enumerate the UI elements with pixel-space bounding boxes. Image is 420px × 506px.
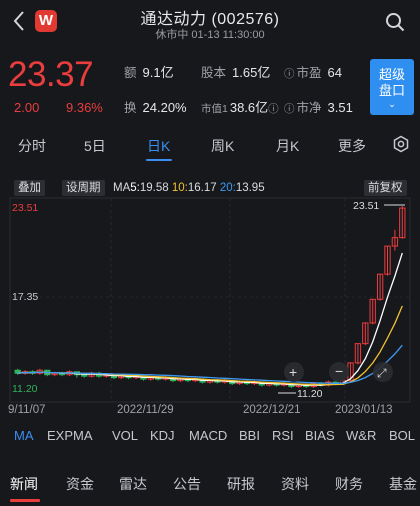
ma20-value: 13.95 — [235, 182, 265, 194]
indicator-bbi[interactable]: BBI — [239, 428, 260, 443]
tab-news[interactable]: 新闻 — [10, 474, 38, 494]
x-date-label: 2022/12/21 — [243, 404, 301, 416]
y-axis-high-label: 23.51 — [12, 202, 38, 214]
expand-icon: ⤢ — [376, 366, 387, 380]
ma10-value: 16.17 — [187, 182, 217, 194]
active-tab-underline — [146, 159, 172, 161]
bottom-tabs: 新闻 资金 雷达 公告 研报 资料 财务 基金 — [0, 466, 420, 506]
ma-label: MA — [113, 182, 131, 194]
ma5-key: 5: — [130, 182, 140, 194]
tab-profile[interactable]: 资料 — [281, 474, 309, 494]
indicator-rsi[interactable]: RSI — [272, 428, 294, 443]
amount-stat: 额 9.1亿 — [124, 62, 174, 81]
info-icon: ⓘ — [284, 103, 295, 115]
min-price-marker: 11.20 — [297, 388, 323, 400]
ma10-key: 10: — [171, 182, 188, 194]
tab-intraday[interactable]: 分时 — [18, 136, 46, 156]
mktcap-value: 38.6亿 — [229, 100, 269, 115]
ma-lines — [17, 204, 405, 394]
pb-label: 市净 — [296, 101, 322, 115]
market-status: 休市中 01-13 11:30:00 — [155, 29, 265, 41]
indicator-ma[interactable]: MA — [14, 428, 34, 443]
max-price-marker: 23.51 — [353, 200, 379, 212]
tab-weekly-k[interactable]: 周K — [211, 136, 234, 156]
gear-icon[interactable] — [392, 135, 410, 153]
tab-more[interactable]: 更多 — [338, 136, 366, 156]
info-icon: ⓘ — [284, 68, 295, 80]
x-date-label: 2023/01/13 — [335, 404, 393, 416]
header: W 通达动力 (002576) 休市中 01-13 11:30:00 — [0, 0, 420, 46]
tab-announcements[interactable]: 公告 — [173, 474, 201, 494]
pb-stat[interactable]: ⓘ 市净 3.51 — [284, 97, 353, 116]
indicator-vol[interactable]: VOL — [112, 428, 138, 443]
indicator-expma[interactable]: EXPMA — [47, 428, 93, 443]
chart-toolbar: 叠加 设周期 MA5:19.58 10:16.17 20:13.95 前复权 — [0, 180, 420, 196]
tab-funds[interactable]: 资金 — [66, 474, 94, 494]
tab-fund[interactable]: 基金 — [389, 474, 417, 494]
super-orderbook-button[interactable]: 超级 盘口 ⌄ — [370, 59, 414, 115]
amount-label: 额 — [124, 66, 137, 80]
indicator-macd[interactable]: MACD — [189, 428, 227, 443]
turnover-label: 换 — [124, 101, 137, 115]
pe-stat[interactable]: ⓘ 市盈 64 — [284, 62, 342, 81]
search-icon[interactable] — [384, 11, 406, 33]
ma20-key: 20: — [219, 182, 236, 194]
tab-monthly-k[interactable]: 月K — [276, 136, 299, 156]
indicator-wr[interactable]: W&R — [346, 428, 376, 443]
pb-value: 3.51 — [327, 100, 353, 115]
shares-stat: 股本 1.65亿 — [201, 62, 270, 81]
ma5-value: 19.58 — [139, 182, 169, 194]
indicator-bias[interactable]: BIAS — [305, 428, 335, 443]
pe-value: 64 — [327, 65, 342, 80]
zoom-in-icon: + — [289, 364, 297, 380]
tab-reports[interactable]: 研报 — [227, 474, 255, 494]
tab-5day[interactable]: 5日 — [84, 136, 106, 156]
tab-daily-k[interactable]: 日K — [147, 136, 170, 156]
ma-legend: MA5:19.58 10:16.17 20:13.95 — [113, 180, 265, 196]
shares-label: 股本 — [201, 66, 227, 80]
set-period-button[interactable]: 设周期 — [62, 180, 105, 196]
tab-radar[interactable]: 雷达 — [119, 474, 147, 494]
candle-body — [81, 374, 88, 377]
price-change-percent: 9.36% — [66, 100, 103, 115]
amount-value: 9.1亿 — [142, 65, 174, 80]
pe-label: 市盈 — [296, 66, 322, 80]
chevron-down-icon: ⌄ — [388, 99, 396, 109]
turnover-stat: 换 24.20% — [124, 97, 187, 116]
super-button-line1: 超级 — [378, 67, 405, 82]
period-tabs: 分时 5日 日K 周K 月K 更多 — [0, 128, 420, 162]
x-date-label: 2022/11/29 — [117, 404, 174, 416]
tab-financials[interactable]: 财务 — [335, 474, 363, 494]
price-change: 2.00 — [14, 100, 40, 115]
active-bottom-tab-underline — [10, 499, 40, 502]
adjust-button[interactable]: 前复权 — [364, 180, 407, 196]
info-icon: ⓘ — [268, 103, 279, 115]
mktcap-stat[interactable]: 市值1 38.6亿ⓘ — [201, 97, 281, 116]
y-axis-low-label: 11.20 — [12, 383, 38, 395]
shares-value: 1.65亿 — [232, 65, 271, 80]
x-date-label: 9/11/07 — [8, 404, 46, 416]
y-axis-mid-label: 17.35 — [12, 291, 38, 303]
chart-labels: 23.51 17.35 11.20 23.51 11.20 + − ⤢ — [12, 200, 393, 400]
turnover-value: 24.20% — [142, 100, 187, 115]
overlay-button[interactable]: 叠加 — [14, 180, 45, 196]
mktcap-label: 市值1 — [201, 103, 228, 115]
x-axis-dates: 9/11/07 2022/11/29 2022/12/21 2023/01/13 — [0, 404, 420, 418]
indicator-tabs: MA EXPMA VOL KDJ MACD BBI RSI BIAS W&R B… — [0, 428, 420, 446]
zoom-out-icon: − — [335, 363, 343, 379]
current-price: 23.37 — [8, 55, 94, 94]
kline-chart[interactable]: 23.51 17.35 11.20 23.51 11.20 + − ⤢ — [0, 196, 420, 416]
indicator-boll[interactable]: BOL — [389, 428, 415, 443]
super-button-line2: 盘口 — [378, 83, 405, 98]
indicator-kdj[interactable]: KDJ — [150, 428, 175, 443]
